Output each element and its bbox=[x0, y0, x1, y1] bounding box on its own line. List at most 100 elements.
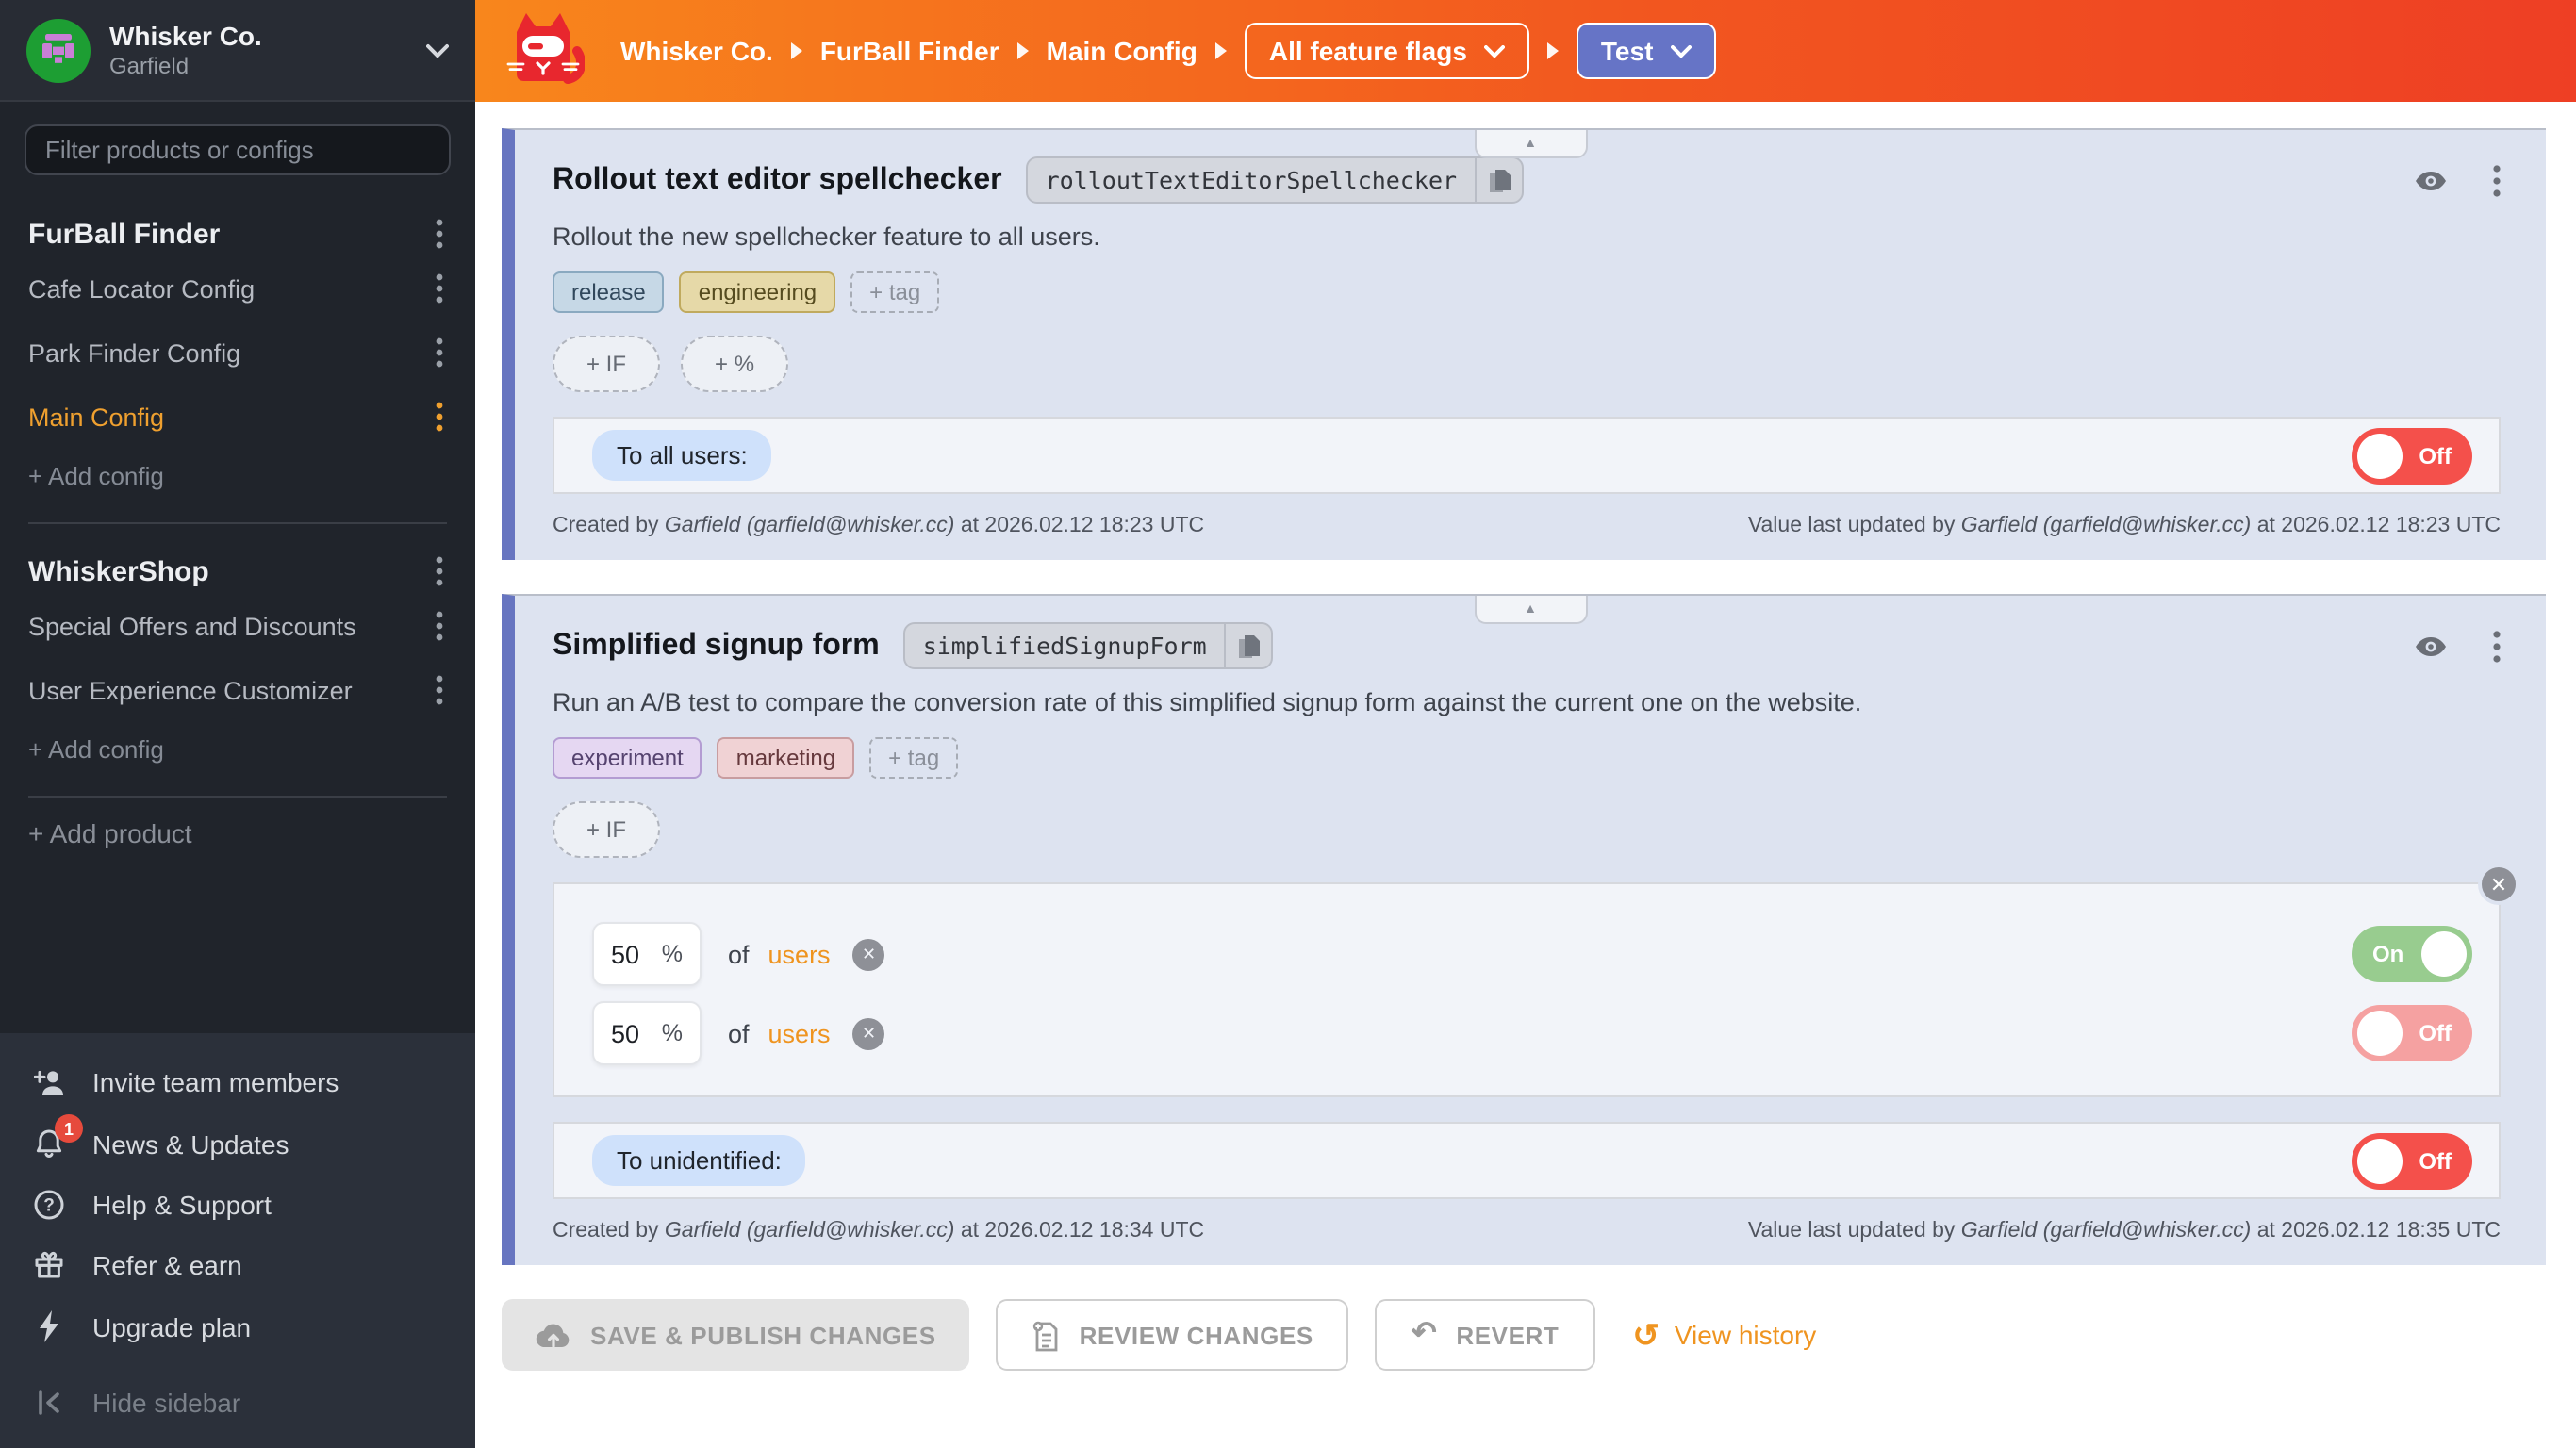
breadcrumb-config[interactable]: Main Config bbox=[1047, 36, 1197, 66]
config-label: Special Offers and Discounts bbox=[28, 612, 432, 640]
app: Whisker Co. Garfield FurBall Finder Cafe… bbox=[0, 0, 2576, 1448]
breadcrumb-product[interactable]: FurBall Finder bbox=[820, 36, 999, 66]
collapse-left-icon bbox=[30, 1390, 68, 1416]
collapse-card-button[interactable]: ▲ bbox=[1474, 130, 1587, 158]
flag-value-toggle[interactable]: Off bbox=[2352, 427, 2472, 484]
org-name: Whisker Co. bbox=[109, 21, 407, 53]
copy-icon[interactable] bbox=[1474, 158, 1521, 202]
footer-item-label: Upgrade plan bbox=[92, 1311, 251, 1341]
kebab-menu-icon[interactable] bbox=[432, 671, 447, 709]
condition-buttons: + IF bbox=[553, 801, 2501, 858]
add-config-button[interactable]: + Add config bbox=[28, 722, 447, 777]
flag-key-chip[interactable]: rolloutTextEditorSpellchecker bbox=[1027, 156, 1524, 204]
hide-sidebar-button[interactable]: Hide sidebar bbox=[0, 1373, 475, 1433]
percentage-input[interactable] bbox=[611, 1019, 656, 1047]
flag-header-actions bbox=[2414, 629, 2501, 663]
add-percentage-button[interactable]: + % bbox=[681, 336, 788, 392]
chevron-down-icon bbox=[426, 42, 449, 58]
eye-icon[interactable] bbox=[2414, 169, 2448, 191]
kebab-menu-icon[interactable] bbox=[432, 398, 447, 436]
breadcrumb-org[interactable]: Whisker Co. bbox=[620, 36, 773, 66]
sidebar-item-special-offers[interactable]: Special Offers and Discounts bbox=[28, 594, 447, 658]
document-icon bbox=[1032, 1319, 1061, 1351]
tag-marketing[interactable]: marketing bbox=[718, 737, 854, 779]
breadcrumb-arrow-icon bbox=[790, 41, 803, 60]
view-history-link[interactable]: ↺ View history bbox=[1632, 1319, 1816, 1351]
flag-header-actions bbox=[2414, 163, 2501, 197]
sidebar-item-cafe-locator-config[interactable]: Cafe Locator Config bbox=[28, 256, 447, 321]
tag-release[interactable]: release bbox=[553, 272, 665, 313]
product-name: FurBall Finder bbox=[28, 218, 220, 250]
add-if-button[interactable]: + IF bbox=[553, 801, 660, 858]
environment-dropdown-label: Test bbox=[1601, 36, 1654, 66]
question-circle-icon: ? bbox=[30, 1190, 68, 1220]
remove-rollout-button close-icon[interactable]: ✕ bbox=[2478, 864, 2519, 905]
percent-sign: % bbox=[662, 1020, 683, 1046]
sidebar-item-park-finder-config[interactable]: Park Finder Config bbox=[28, 321, 447, 385]
flag-value-toggle[interactable]: Off bbox=[2352, 1132, 2472, 1189]
kebab-menu-icon[interactable] bbox=[2493, 629, 2501, 663]
refer-earn-button[interactable]: Refer & earn bbox=[0, 1235, 475, 1295]
add-product-button[interactable]: + Add product bbox=[28, 805, 447, 862]
save-publish-label: SAVE & PUBLISH CHANGES bbox=[590, 1321, 936, 1349]
breadcrumb-arrow-icon bbox=[1546, 41, 1560, 60]
sidebar-item-user-experience-customizer[interactable]: User Experience Customizer bbox=[28, 658, 447, 722]
copy-icon[interactable] bbox=[1224, 624, 1271, 667]
toggle-label: Off bbox=[2419, 442, 2452, 469]
chevron-down-icon bbox=[1670, 44, 1691, 58]
lightning-icon bbox=[30, 1310, 68, 1342]
kebab-menu-icon[interactable] bbox=[432, 607, 447, 645]
serve-value-panel: To unidentified: Off bbox=[553, 1122, 2501, 1199]
flag-footer: Created by Garfield (garfield@whisker.cc… bbox=[553, 1220, 2501, 1242]
org-account: Garfield bbox=[109, 52, 407, 79]
flag-key: rolloutTextEditorSpellchecker bbox=[1029, 158, 1475, 202]
remove-row-button close-icon[interactable]: ✕ bbox=[853, 938, 885, 970]
rollout-value-toggle[interactable]: Off bbox=[2352, 1005, 2472, 1061]
cloud-upload-icon bbox=[536, 1322, 571, 1348]
kebab-menu-icon[interactable] bbox=[432, 215, 447, 253]
invite-team-members-button[interactable]: Invite team members bbox=[0, 1052, 475, 1112]
topbar: Whisker Co. FurBall Finder Main Config A… bbox=[475, 0, 2576, 102]
review-changes-button[interactable]: REVIEW CHANGES bbox=[997, 1299, 1349, 1371]
kebab-menu-icon[interactable] bbox=[2493, 163, 2501, 197]
revert-button[interactable]: ↶ REVERT bbox=[1376, 1299, 1595, 1371]
subject-link[interactable]: users bbox=[768, 1019, 831, 1047]
feature-flags-dropdown[interactable]: All feature flags bbox=[1245, 23, 1529, 79]
environment-dropdown[interactable]: Test bbox=[1577, 23, 1716, 79]
org-switcher[interactable]: Whisker Co. Garfield bbox=[0, 0, 475, 102]
kebab-menu-icon[interactable] bbox=[432, 334, 447, 371]
collapse-card-button[interactable]: ▲ bbox=[1474, 596, 1587, 624]
filter-input[interactable] bbox=[25, 124, 451, 175]
flag-card-simplified-signup: ▲ Simplified signup form simplifiedSignu… bbox=[502, 594, 2546, 1265]
kebab-menu-icon[interactable] bbox=[432, 270, 447, 307]
tag-engineering[interactable]: engineering bbox=[680, 272, 835, 313]
news-updates-button[interactable]: 1 News & Updates bbox=[0, 1112, 475, 1175]
upgrade-plan-button[interactable]: Upgrade plan bbox=[0, 1295, 475, 1358]
org-avatar bbox=[26, 18, 91, 82]
add-tag-button[interactable]: + tag bbox=[869, 737, 958, 779]
subject-link[interactable]: users bbox=[768, 940, 831, 968]
save-publish-button[interactable]: SAVE & PUBLISH CHANGES bbox=[502, 1299, 970, 1371]
remove-row-button close-icon[interactable]: ✕ bbox=[853, 1017, 885, 1049]
kebab-menu-icon[interactable] bbox=[432, 552, 447, 590]
rollout-value-toggle[interactable]: On bbox=[2352, 926, 2472, 982]
percent-sign: % bbox=[662, 941, 683, 967]
tag-experiment[interactable]: experiment bbox=[553, 737, 702, 779]
add-tag-button[interactable]: + tag bbox=[850, 272, 939, 313]
tags-row: release engineering + tag bbox=[553, 272, 2501, 313]
add-config-button[interactable]: + Add config bbox=[28, 449, 447, 503]
percentage-input[interactable] bbox=[611, 940, 656, 968]
eye-icon[interactable] bbox=[2414, 634, 2448, 657]
sidebar-item-main-config[interactable]: Main Config bbox=[28, 385, 447, 449]
footer-item-label: Hide sidebar bbox=[92, 1388, 240, 1418]
add-if-button[interactable]: + IF bbox=[553, 336, 660, 392]
flag-key-chip[interactable]: simplifiedSignupForm bbox=[904, 622, 1273, 669]
flag-description: Rollout the new spellchecker feature to … bbox=[553, 222, 2501, 251]
flag-footer: Created by Garfield (garfield@whisker.cc… bbox=[553, 515, 2501, 537]
serve-value-panel: To all users: Off bbox=[553, 417, 2501, 494]
product-furball-finder[interactable]: FurBall Finder bbox=[28, 215, 447, 253]
action-bar: SAVE & PUBLISH CHANGES REVIEW CHANGES ↶ … bbox=[502, 1299, 2546, 1371]
product-whiskershop[interactable]: WhiskerShop bbox=[28, 552, 447, 590]
footer-item-label: Help & Support bbox=[92, 1190, 272, 1220]
help-support-button[interactable]: ? Help & Support bbox=[0, 1175, 475, 1235]
